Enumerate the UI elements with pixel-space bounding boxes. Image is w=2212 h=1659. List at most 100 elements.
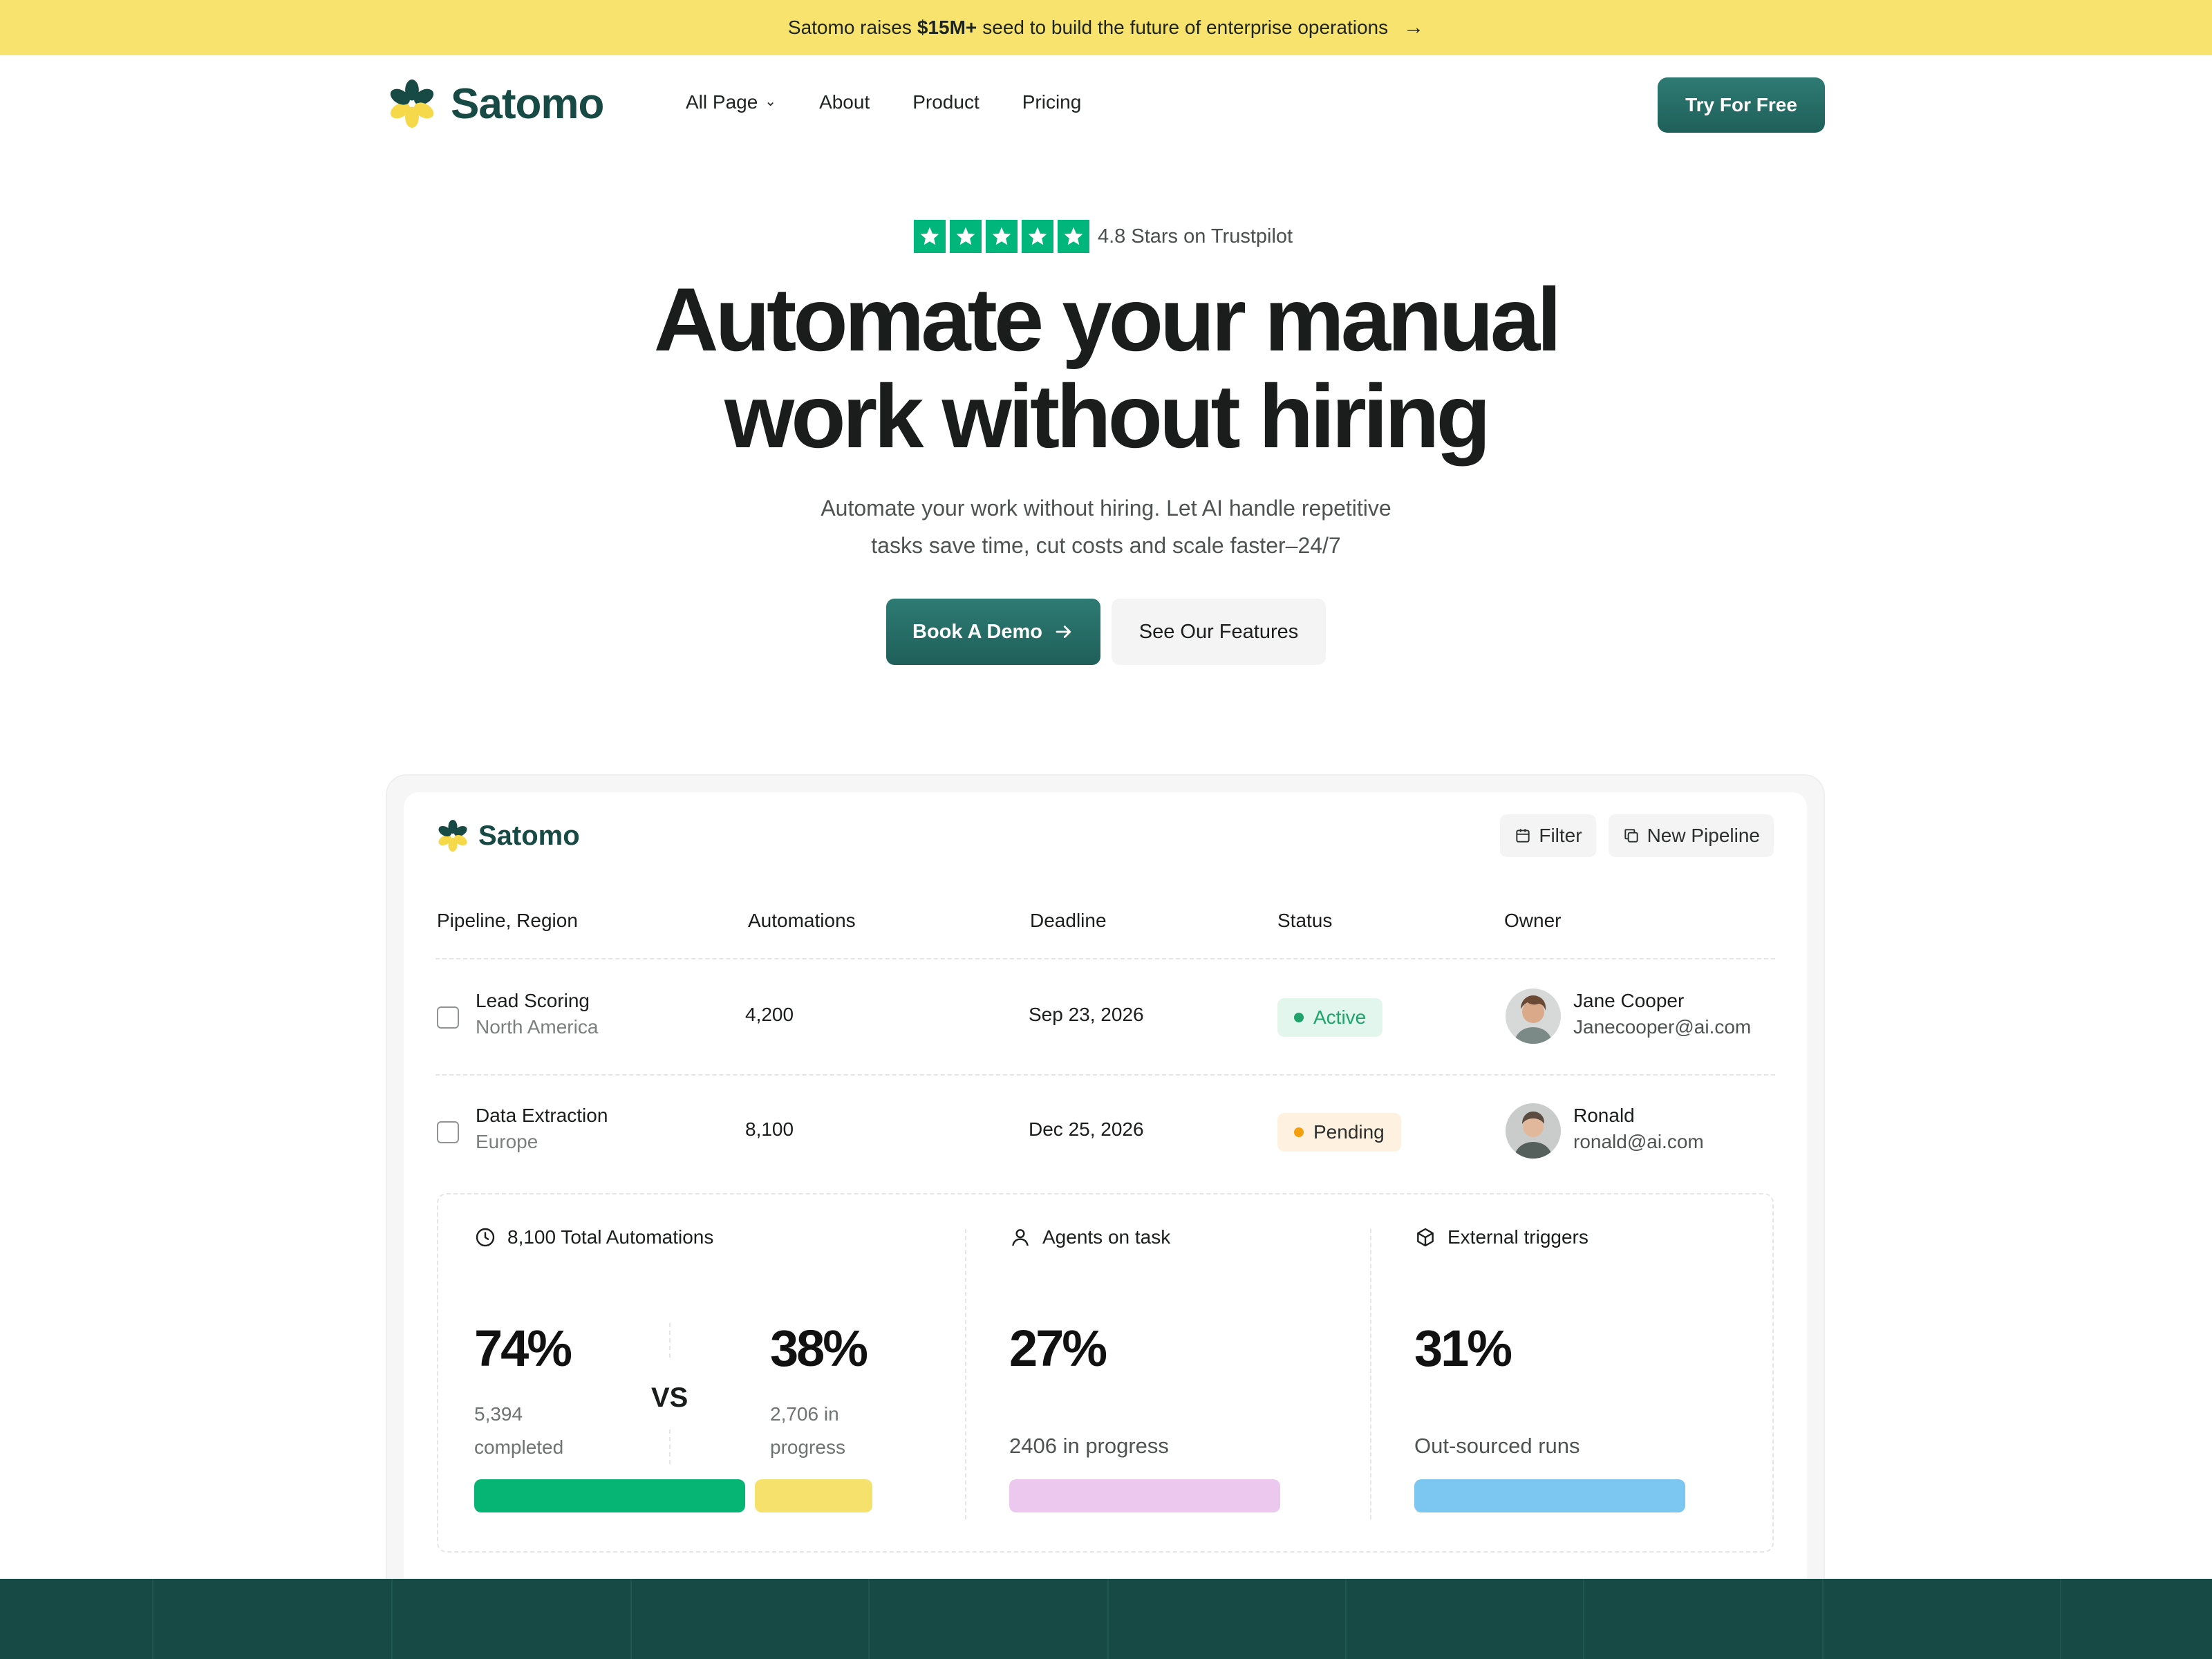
external-triggers-label: External triggers xyxy=(1447,1226,1588,1248)
owner-cell: Jane Cooper Janecooper@ai.com xyxy=(1573,990,1751,1038)
avatar-photo xyxy=(1506,1103,1561,1159)
column-header-owner[interactable]: Owner xyxy=(1504,910,1561,932)
footer-band xyxy=(0,1579,2212,1659)
grid-line xyxy=(630,1579,632,1659)
total-automations-header: 8,100 Total Automations xyxy=(474,1226,713,1248)
vs-divider-top xyxy=(669,1323,671,1358)
column-header-deadline[interactable]: Deadline xyxy=(1030,910,1107,932)
owner-email: Janecooper@ai.com xyxy=(1573,1016,1752,1038)
pipeline-name: Lead Scoring xyxy=(476,990,590,1011)
vs-label: VS xyxy=(651,1382,688,1413)
agents-sub: 2406 in progress xyxy=(1009,1434,1169,1458)
announcement-suffix: seed to build the future of enterprise o… xyxy=(982,17,1389,38)
column-header-status[interactable]: Status xyxy=(1277,910,1332,932)
rating-text: 4.8 Stars on Trustpilot xyxy=(1098,225,1293,247)
book-demo-label: Book A Demo xyxy=(912,620,1042,643)
calendar-icon xyxy=(1516,829,1530,843)
progress-detail: 2,706 in progress xyxy=(770,1398,845,1464)
hero-subtitle-line-2: tasks save time, cut costs and scale fas… xyxy=(871,533,1341,558)
flower-logo-icon xyxy=(438,820,467,852)
book-demo-button[interactable]: Book A Demo xyxy=(886,599,1100,665)
column-header-automations[interactable]: Automations xyxy=(748,910,856,932)
hero-title: Automate your manual work without hiring xyxy=(0,271,2212,465)
filter-label: Filter xyxy=(1539,825,1582,846)
automations-cell: 4,200 xyxy=(745,1004,794,1025)
hero-title-line-2: work without hiring xyxy=(724,366,1491,467)
logo[interactable]: Satomo xyxy=(386,77,604,130)
completed-count: 5,394 xyxy=(474,1403,523,1425)
pipeline-region: North America xyxy=(476,1016,599,1038)
see-features-button[interactable]: See Our Features xyxy=(1112,599,1326,665)
pipeline-region: Europe xyxy=(476,1131,538,1152)
avatar-photo xyxy=(1506,988,1561,1044)
agents-percent: 27% xyxy=(1009,1320,1107,1377)
try-for-free-button[interactable]: Try For Free xyxy=(1658,77,1825,133)
new-pipeline-button[interactable]: New Pipeline xyxy=(1608,814,1774,857)
status-badge: Pending xyxy=(1277,1113,1401,1152)
star-icon xyxy=(986,220,1018,253)
nav-link-label: About xyxy=(819,91,870,113)
grid-line xyxy=(1107,1579,1109,1659)
external-sub: Out-sourced runs xyxy=(1414,1434,1580,1458)
star-icon xyxy=(950,220,982,253)
dashboard-card: Satomo Filter New Pipeline Pipeline, Reg… xyxy=(404,792,1807,1608)
progress-percent: 38% xyxy=(770,1320,868,1377)
table-row[interactable]: Lead Scoring North America 4,200 Sep 23,… xyxy=(404,959,1807,1074)
new-pipeline-label: New Pipeline xyxy=(1647,825,1760,846)
status-badge: Active xyxy=(1277,998,1383,1037)
grid-line xyxy=(1583,1579,1584,1659)
deadline-cell: Dec 25, 2026 xyxy=(1029,1118,1144,1140)
flower-logo-icon xyxy=(390,79,434,128)
status-label: Active xyxy=(1313,1006,1367,1028)
nav-link-pricing[interactable]: Pricing xyxy=(1022,91,1082,113)
nav-link-all-page[interactable]: All Page ⌄ xyxy=(686,91,776,113)
star-icon xyxy=(1058,220,1089,253)
agents-bar xyxy=(1009,1479,1280,1512)
deadline-cell: Sep 23, 2026 xyxy=(1029,1004,1144,1025)
logo-text: Satomo xyxy=(451,79,604,128)
cube-icon xyxy=(1417,1228,1434,1247)
table-row[interactable]: Data Extraction Europe 8,100 Dec 25, 202… xyxy=(404,1076,1807,1190)
row-checkbox[interactable] xyxy=(437,1121,459,1143)
status-label: Pending xyxy=(1313,1121,1385,1143)
grid-line xyxy=(391,1579,393,1659)
owner-email: ronald@ai.com xyxy=(1573,1131,1704,1152)
status-dot xyxy=(1294,1127,1304,1137)
automations-cell: 8,100 xyxy=(745,1118,794,1140)
filter-button[interactable]: Filter xyxy=(1500,814,1596,857)
completed-detail: 5,394 completed xyxy=(474,1398,563,1464)
pipeline-cell: Data Extraction Europe xyxy=(476,1105,608,1153)
grid-line xyxy=(2060,1579,2061,1659)
completed-percent: 74% xyxy=(474,1320,572,1377)
dashboard-actions: Filter New Pipeline xyxy=(1500,814,1774,857)
avatar xyxy=(1506,988,1561,1044)
owner-cell: Ronald ronald@ai.com xyxy=(1573,1105,1704,1153)
nav-link-label: Pricing xyxy=(1022,91,1082,113)
progress-bar xyxy=(755,1479,872,1512)
user-icon xyxy=(1012,1229,1029,1246)
trustpilot-rating: 4.8 Stars on Trustpilot xyxy=(914,220,1293,253)
agents-label: Agents on task xyxy=(1042,1226,1171,1248)
hero-subtitle-line-1: Automate your work without hiring. Let A… xyxy=(821,496,1391,521)
rating-stars xyxy=(914,220,1089,253)
arrow-right-icon: → xyxy=(1403,16,1425,39)
pipeline-cell: Lead Scoring North America xyxy=(476,990,598,1038)
stats-panel: 8,100 Total Automations 74% 5,394 comple… xyxy=(437,1193,1774,1553)
vs-divider-bottom xyxy=(669,1430,671,1464)
nav-link-product[interactable]: Product xyxy=(912,91,980,113)
progress-label: progress xyxy=(770,1436,845,1458)
arrow-right-icon xyxy=(1056,626,1071,638)
stats-divider xyxy=(1370,1229,1371,1519)
nav-links: All Page ⌄ About Product Pricing xyxy=(686,91,1081,113)
nav-link-label: All Page xyxy=(686,91,758,113)
announcement-bar[interactable]: Satomo raises $15M+ seed to build the fu… xyxy=(0,0,2212,55)
star-icon xyxy=(1022,220,1053,253)
dashboard-logo: Satomo xyxy=(435,818,580,853)
progress-count: 2,706 in xyxy=(770,1403,839,1425)
external-percent: 31% xyxy=(1414,1320,1512,1377)
row-checkbox[interactable] xyxy=(437,1006,459,1029)
stats-divider xyxy=(965,1229,966,1519)
agents-header: Agents on task xyxy=(1009,1226,1170,1248)
column-header-pipeline[interactable]: Pipeline, Region xyxy=(437,910,578,932)
nav-link-about[interactable]: About xyxy=(819,91,870,113)
